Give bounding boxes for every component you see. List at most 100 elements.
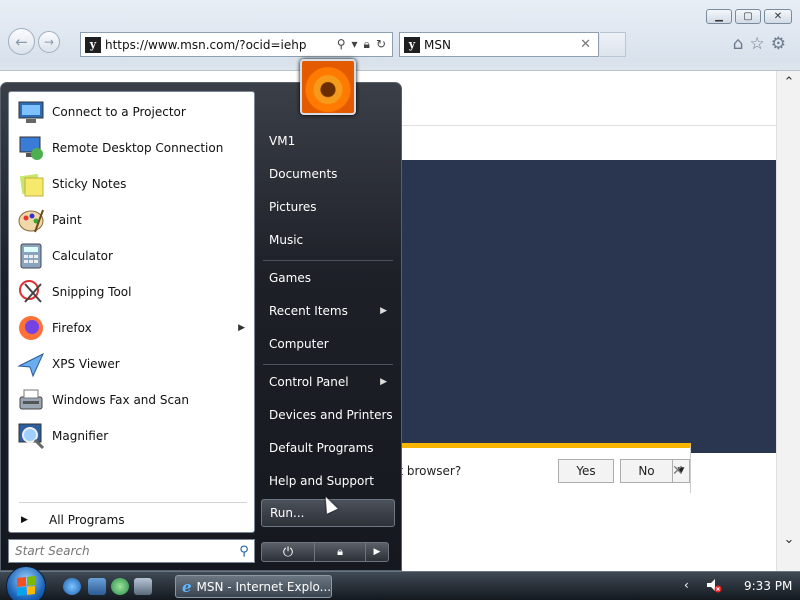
magnifier-icon: [15, 420, 47, 452]
yes-button[interactable]: Yes: [558, 458, 614, 483]
minimize-button[interactable]: ▁: [706, 9, 732, 24]
program-label: XPS Viewer: [52, 357, 120, 371]
paint-icon: [15, 204, 47, 236]
program-label: Snipping Tool: [52, 285, 132, 299]
fax-scan-icon: [15, 384, 47, 416]
search-icon[interactable]: ⚲: [234, 541, 254, 561]
program-label: Magnifier: [52, 429, 109, 443]
ie-icon: e: [182, 577, 192, 596]
tray-expand-icon[interactable]: ‹: [684, 578, 689, 592]
right-item-pictures[interactable]: Pictures: [261, 192, 395, 222]
notification-text: lt browser?: [395, 463, 462, 478]
program-item[interactable]: Paint: [15, 202, 249, 238]
default-browser-notification: lt browser? Yes No ▼: [380, 443, 691, 493]
program-item[interactable]: Calculator: [15, 238, 249, 274]
lock-icon: 🔒︎: [337, 545, 343, 558]
tab-title: MSN: [424, 37, 451, 52]
close-button[interactable]: ✕: [764, 9, 792, 24]
all-programs-button[interactable]: ▶ All Programs: [15, 510, 249, 530]
program-label: Calculator: [52, 249, 113, 263]
msn-tab-favicon-icon: y: [404, 36, 420, 53]
quicklaunch-ie-icon[interactable]: [63, 578, 81, 595]
right-item-help-support[interactable]: Help and Support: [261, 466, 395, 496]
taskbar-button-label: MSN - Internet Explo...: [196, 579, 332, 594]
xps-viewer-icon: [15, 348, 47, 380]
taskbar-ie-button[interactable]: e MSN - Internet Explo...: [175, 575, 332, 598]
all-programs-label: All Programs: [49, 513, 125, 527]
right-item-computer[interactable]: Computer: [261, 329, 395, 359]
scroll-down-icon[interactable]: ⌄: [777, 530, 800, 550]
taskbar: e MSN - Internet Explo... ‹ 9:33 PM: [0, 566, 800, 600]
user-avatar[interactable]: [300, 59, 356, 115]
new-tab-button[interactable]: [600, 32, 626, 57]
right-divider: [263, 364, 393, 365]
program-label: Windows Fax and Scan: [52, 393, 190, 407]
right-item-label: Games: [269, 271, 311, 285]
home-icon[interactable]: ⌂: [733, 34, 744, 54]
start-search-input[interactable]: [15, 544, 234, 558]
refresh-icon[interactable]: ↻: [376, 37, 386, 52]
shutdown-options-button[interactable]: ▶: [366, 542, 389, 562]
windows-logo-icon: [17, 576, 35, 596]
start-button[interactable]: [6, 566, 46, 600]
submenu-arrow-icon: ▶: [238, 323, 245, 333]
lock-icon[interactable]: 🔒︎: [364, 37, 370, 52]
quicklaunch-desktop-icon[interactable]: [88, 578, 106, 595]
program-label: Remote Desktop Connection: [52, 141, 224, 155]
program-item[interactable]: Sticky Notes: [15, 166, 249, 202]
tab-msn[interactable]: y MSN ✕: [399, 32, 599, 57]
program-item[interactable]: Firefox ▶: [15, 310, 249, 346]
scroll-up-icon[interactable]: ⌃: [777, 73, 800, 93]
right-item-label: Devices and Printers: [269, 408, 393, 422]
no-button[interactable]: No: [620, 458, 672, 483]
sticky-notes-icon: [15, 168, 47, 200]
settings-gear-icon[interactable]: ⚙: [771, 34, 786, 54]
program-item[interactable]: Connect to a Projector: [15, 94, 249, 130]
right-item-label: Default Programs: [269, 441, 374, 455]
right-item-label: Control Panel: [269, 375, 349, 389]
program-item[interactable]: Snipping Tool: [15, 274, 249, 310]
notification-close-icon[interactable]: ✕: [672, 463, 684, 479]
right-item-documents[interactable]: Documents: [261, 159, 395, 189]
submenu-arrow-icon: ▶: [380, 377, 387, 387]
toolbar-icons: ⌂ ☆ ⚙: [733, 34, 786, 54]
projector-icon: [15, 96, 47, 128]
lock-button[interactable]: 🔒︎: [315, 542, 366, 562]
submenu-arrow-icon: ▶: [380, 306, 387, 316]
shutdown-button[interactable]: ⏻: [261, 542, 315, 562]
volume-muted-icon[interactable]: [706, 577, 722, 593]
maximize-button[interactable]: ▢: [735, 9, 761, 24]
right-item-default-programs[interactable]: Default Programs: [261, 433, 395, 463]
favorites-star-icon[interactable]: ☆: [750, 34, 765, 54]
right-item-games[interactable]: Games: [261, 263, 395, 293]
forward-button[interactable]: →: [38, 30, 60, 53]
address-text[interactable]: https://www.msn.com/?ocid=iehp: [105, 38, 337, 52]
navigation-buttons: ← →: [8, 28, 63, 55]
system-clock[interactable]: 9:33 PM: [744, 579, 792, 593]
remote-desktop-icon: [15, 132, 47, 164]
program-item[interactable]: Magnifier: [15, 418, 249, 454]
search-icon[interactable]: ⚲: [337, 37, 346, 52]
right-item-music[interactable]: Music: [261, 225, 395, 255]
vertical-scrollbar[interactable]: ⌃ ⌄: [776, 71, 800, 572]
tab-close-icon[interactable]: ✕: [580, 37, 598, 52]
quicklaunch-switch-windows-icon[interactable]: [134, 578, 152, 595]
start-search-box[interactable]: ⚲: [8, 539, 255, 563]
quicklaunch-media-icon[interactable]: [111, 578, 129, 595]
right-item-label: Help and Support: [269, 474, 374, 488]
program-item[interactable]: XPS Viewer: [15, 346, 249, 382]
program-item[interactable]: Remote Desktop Connection: [15, 130, 249, 166]
right-item-label: Music: [269, 233, 304, 247]
firefox-icon: [15, 312, 47, 344]
program-label: Sticky Notes: [52, 177, 127, 191]
right-item-vm1[interactable]: VM1: [261, 126, 395, 156]
right-item-control-panel[interactable]: Control Panel ▶: [261, 367, 395, 397]
program-item[interactable]: Windows Fax and Scan: [15, 382, 249, 418]
address-bar[interactable]: y https://www.msn.com/?ocid=iehp ⚲ ▾ 🔒︎ …: [80, 32, 393, 57]
dropdown-icon[interactable]: ▾: [352, 37, 358, 52]
right-item-label: VM1: [269, 134, 296, 148]
right-item-devices-printers[interactable]: Devices and Printers: [261, 400, 395, 430]
back-button[interactable]: ←: [8, 28, 35, 55]
right-item-recent-items[interactable]: Recent Items ▶: [261, 296, 395, 326]
right-item-label: Documents: [269, 167, 338, 181]
